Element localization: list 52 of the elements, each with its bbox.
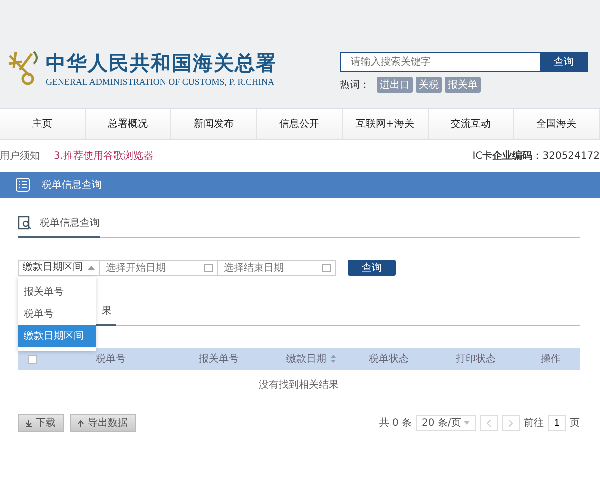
search-field[interactable]: 请输入搜索关键字 xyxy=(340,52,540,72)
caret-up-icon xyxy=(88,266,95,270)
sub-tab[interactable]: 税单信息查询 xyxy=(18,212,100,238)
caret-down-icon xyxy=(464,421,470,425)
start-date-field[interactable]: 选择开始日期 xyxy=(100,260,218,276)
empty-message: 没有找到相关结果 xyxy=(258,378,340,393)
column-header: 操作 xyxy=(540,353,562,366)
query-button[interactable]: 查询 xyxy=(348,260,396,276)
section-title: 税单信息查询 xyxy=(42,178,102,192)
end-date-field[interactable]: 选择结束日期 xyxy=(218,260,336,276)
site-title: 中华人民共和国海关总署 xyxy=(46,50,277,76)
calendar-icon xyxy=(322,263,331,272)
sort-icon xyxy=(330,355,336,363)
site-subtitle: GENERAL ADMINISTRATION OF CUSTOMS, P. R.CHINA xyxy=(46,76,276,86)
select-all-checkbox[interactable] xyxy=(28,354,37,364)
notice-message: 3.推荐使用谷歌浏览器 xyxy=(54,150,154,163)
column-header: 报关单号 xyxy=(198,352,240,366)
goto-label: 前往 xyxy=(524,416,544,430)
page-number-field[interactable]: 1 xyxy=(548,415,566,431)
result-tab[interactable]: 果 xyxy=(88,300,116,326)
enterprise-code: IC卡企业编码：320524172 xyxy=(472,150,600,163)
dropdown-option[interactable]: 报关单号 xyxy=(18,281,96,303)
previous-page-button[interactable] xyxy=(480,415,498,431)
hot-words-label: 热词： xyxy=(340,79,370,92)
download-arrow-icon xyxy=(26,420,32,426)
calendar-icon xyxy=(204,263,213,272)
action-button[interactable]: 下载 xyxy=(18,414,64,432)
nav-item[interactable]: 交流互动 xyxy=(428,109,514,139)
nav-item[interactable]: 总署概况 xyxy=(86,109,172,139)
chevron-right-icon xyxy=(509,420,513,426)
column-header: 打印状态 xyxy=(455,352,497,366)
nav-item[interactable]: 新闻发布 xyxy=(171,109,258,139)
action-button[interactable]: 导出数据 xyxy=(70,414,136,432)
nav-item[interactable]: 互联网+海关 xyxy=(342,109,429,139)
page-unit-label: 页 xyxy=(570,417,580,430)
notice-label: 用户须知 xyxy=(0,150,40,163)
dropdown-option[interactable]: 缴款日期区间 xyxy=(18,325,96,347)
chevron-left-icon xyxy=(487,420,491,426)
page-size-select[interactable]: 20 条/页 xyxy=(416,415,476,431)
next-page-button[interactable] xyxy=(502,415,520,431)
checklist-icon xyxy=(16,178,30,192)
nav-item[interactable]: 主页 xyxy=(0,109,86,139)
nav-item[interactable]: 信息公开 xyxy=(257,109,343,139)
search-button[interactable]: 查询 xyxy=(540,52,588,72)
upload-arrow-icon xyxy=(78,420,84,426)
total-count: 共 0 条 xyxy=(379,416,412,430)
column-header: 税单号 xyxy=(95,352,127,366)
query-type-select[interactable]: 缴款日期区间 xyxy=(18,260,100,276)
column-header: 税单状态 xyxy=(368,352,410,366)
nav-item[interactable]: 全国海关 xyxy=(514,109,600,139)
search-document-icon xyxy=(18,216,32,230)
column-header: 缴款日期 xyxy=(274,352,348,366)
